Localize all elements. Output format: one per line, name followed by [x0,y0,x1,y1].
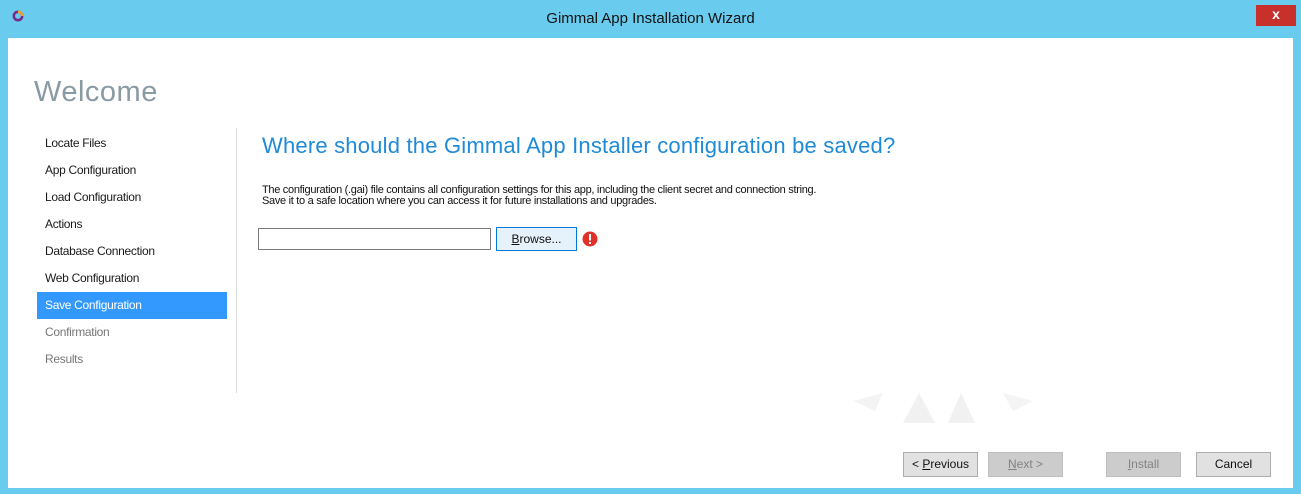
error-icon [582,231,598,247]
page-title: Welcome [34,76,158,108]
watermark-logo [853,393,1033,423]
install-button: Install [1106,452,1181,477]
save-path-input[interactable] [258,228,491,250]
wizard-steps: Locate Files App Configuration Load Conf… [37,130,227,373]
step-results: Results [45,352,83,366]
previous-button[interactable]: < Previous [903,452,978,477]
close-button[interactable]: x [1256,5,1296,26]
step-confirmation: Confirmation [45,325,110,339]
step-heading: Where should the Gimmal App Installer co… [262,133,896,158]
title-bar[interactable]: Gimmal App Installation Wizard x [0,0,1301,38]
install-label: nstall [1131,457,1160,471]
close-icon: x [1272,6,1280,22]
step-save-configuration[interactable]: Save Configuration [37,292,227,319]
previous-prefix: < [911,457,923,471]
step-app-configuration[interactable]: App Configuration [37,157,227,184]
installer-window: Gimmal App Installation Wizard x Welcome… [0,0,1301,494]
next-button: Next > [988,452,1063,477]
window-title: Gimmal App Installation Wizard [546,10,755,27]
browse-button[interactable]: Browse... [496,227,577,251]
step-actions[interactable]: Actions [37,211,227,238]
previous-label: revious [930,457,970,471]
divider [236,128,237,393]
cancel-button[interactable]: Cancel [1196,452,1271,477]
description-line-2: Save it to a safe location where you can… [262,195,657,207]
browse-mnemonic: B [511,232,520,246]
step-locate-files[interactable]: Locate Files [37,130,227,157]
step-database-connection[interactable]: Database Connection [37,238,227,265]
step-load-configuration[interactable]: Load Configuration [37,184,227,211]
step-description: The configuration (.gai) file contains a… [262,185,816,207]
next-label: ext > [1016,457,1044,471]
wizard-content: Welcome Locate Files App Configuration L… [8,38,1293,488]
next-mnemonic: N [1007,457,1017,471]
step-web-configuration[interactable]: Web Configuration [37,265,227,292]
browse-label: rowse... [519,232,562,246]
